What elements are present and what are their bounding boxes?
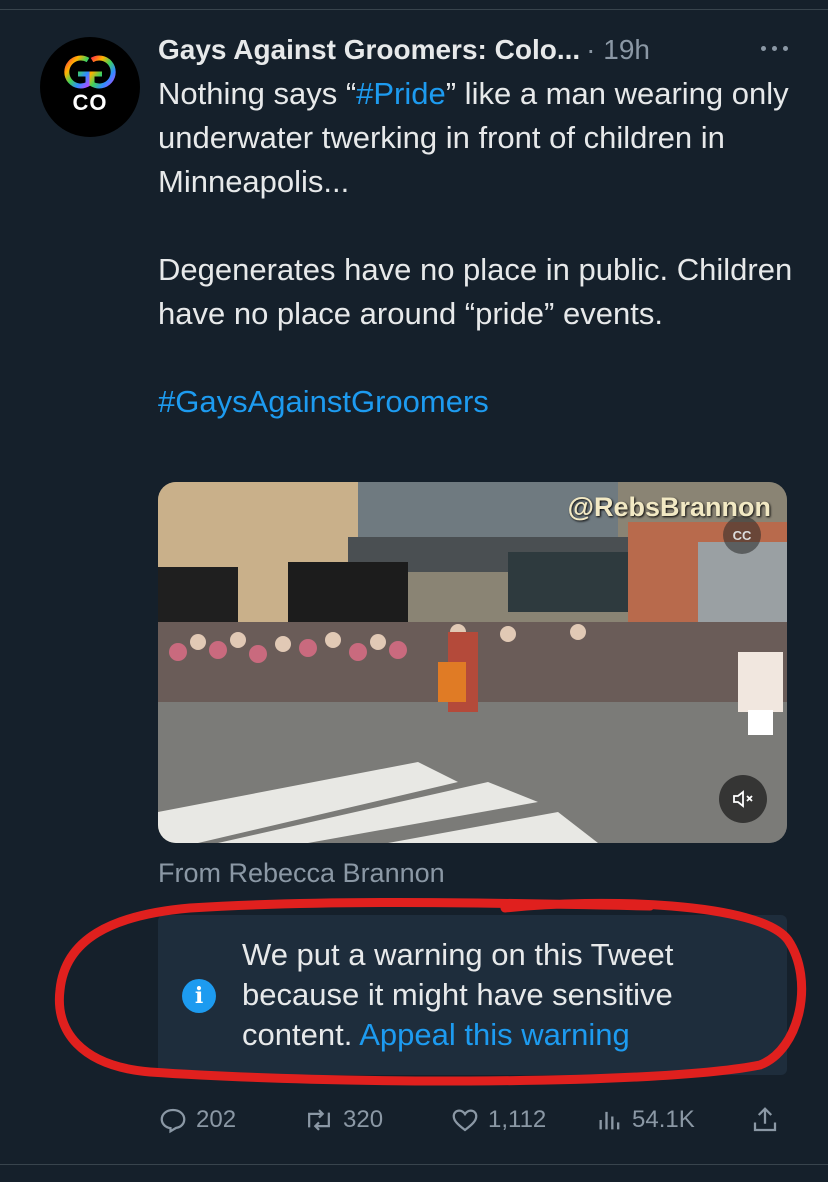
heart-icon — [452, 1109, 478, 1132]
media-source: From Rebecca Brannon — [158, 858, 445, 888]
sensitive-content-warning: i We put a warning on this Tweet because… — [158, 915, 787, 1075]
rainbow-gg-logo-icon — [64, 55, 116, 89]
tweet-time[interactable]: · 19h — [586, 34, 650, 66]
tweet-header: Gays Against Groomers: Colo... · 19h — [158, 28, 798, 72]
appeal-warning-link[interactable]: Appeal this warning — [359, 1017, 630, 1052]
volume-muted-icon[interactable] — [719, 775, 767, 823]
like-button[interactable]: 1,112 — [450, 1100, 546, 1140]
captions-button[interactable]: CC — [723, 516, 761, 554]
avatar[interactable]: CO — [40, 37, 140, 137]
retweet-count: 320 — [343, 1106, 384, 1133]
author-name[interactable]: Gays Against Groomers: Colo... — [158, 34, 580, 66]
warning-text: We put a warning on this Tweet because i… — [242, 937, 674, 1052]
retweet-icon — [308, 1109, 330, 1131]
top-divider — [0, 9, 828, 10]
view-count: 54.1K — [632, 1106, 695, 1133]
reply-button[interactable]: 202 — [158, 1100, 236, 1140]
avatar-text: CO — [72, 90, 108, 115]
hashtag-pride-link[interactable]: #Pride — [356, 76, 446, 111]
bottom-divider — [0, 1164, 828, 1165]
video-player[interactable]: @RebsBrannon CC — [158, 482, 787, 843]
hashtag-gays-against-groomers-link[interactable]: #GaysAgainstGroomers — [158, 384, 489, 419]
retweet-button[interactable]: 320 — [303, 1100, 383, 1140]
ellipsis-icon[interactable] — [754, 36, 794, 60]
reply-count: 202 — [196, 1106, 237, 1133]
reply-icon — [160, 1108, 186, 1134]
views-button[interactable]: 54.1K — [596, 1100, 695, 1140]
share-button[interactable] — [750, 1100, 788, 1140]
tweet-paragraph-1: Nothing says “#Pride” like a man wearing… — [158, 76, 789, 199]
like-count: 1,112 — [488, 1106, 547, 1133]
tweet-text: Nothing says “#Pride” like a man wearing… — [158, 72, 798, 424]
tweet-actions: 202 320 1,112 54.1K — [158, 1100, 788, 1140]
tweet-paragraph-2: Degenerates have no place in public. Chi… — [158, 252, 793, 331]
views-bar-chart-icon — [599, 1111, 620, 1130]
share-icon — [753, 1107, 777, 1132]
video-frame — [158, 482, 787, 843]
info-icon: i — [182, 979, 216, 1013]
